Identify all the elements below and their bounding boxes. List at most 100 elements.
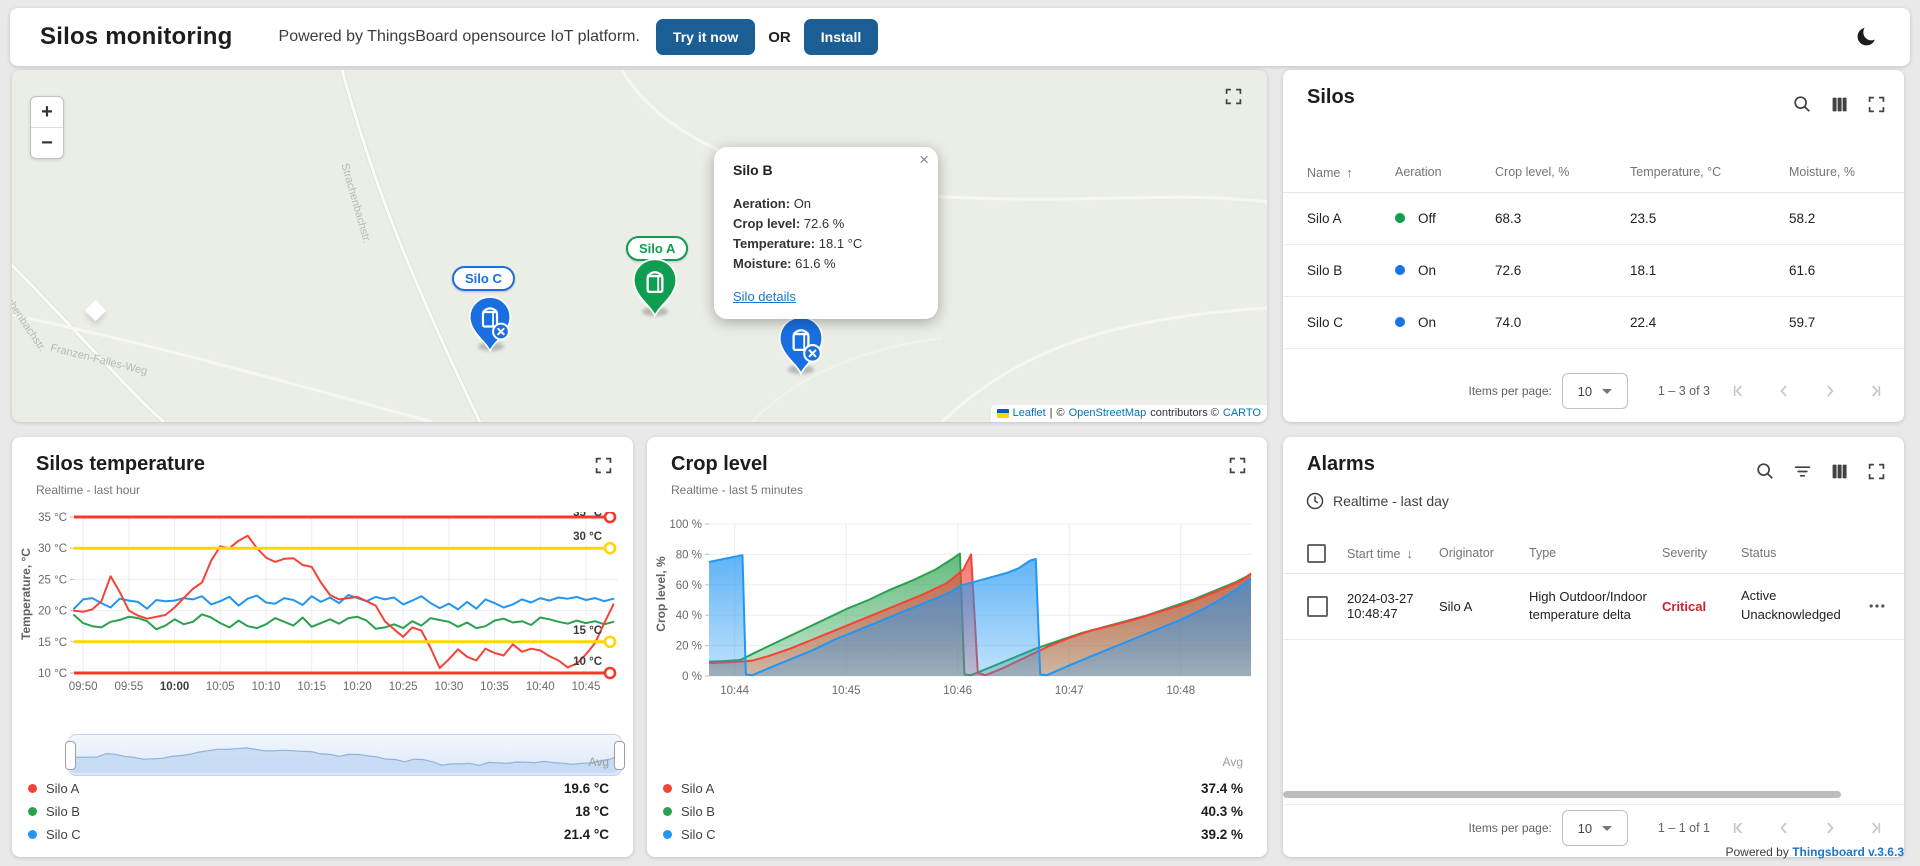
- table-row[interactable]: Silo B On 72.6 18.1 61.6: [1283, 244, 1904, 297]
- column-moisture[interactable]: Moisture, %: [1789, 165, 1899, 179]
- columns-button[interactable]: [1829, 94, 1849, 114]
- sort-descending-icon: ↓: [1407, 546, 1414, 561]
- try-it-now-button[interactable]: Try it now: [656, 19, 755, 55]
- svg-text:10:44: 10:44: [720, 685, 749, 697]
- next-page-button[interactable]: [1820, 818, 1840, 838]
- map-widget[interactable]: Reichenbachstr. Strachenbachstr. Franzen…: [12, 70, 1267, 422]
- silos-table-widget: Silos Name↑ Aeration Crop level, % Tempe…: [1283, 70, 1904, 422]
- search-icon: [1792, 94, 1812, 114]
- map-pin-silo-b[interactable]: [778, 316, 824, 381]
- fullscreen-button[interactable]: [593, 455, 613, 475]
- fullscreen-button[interactable]: [1866, 461, 1886, 481]
- alarm-actions-button[interactable]: [1867, 596, 1887, 616]
- svg-text:09:50: 09:50: [69, 681, 98, 693]
- map-zoom-control: + −: [30, 96, 64, 159]
- last-page-button[interactable]: [1866, 381, 1886, 401]
- svg-text:40 %: 40 %: [676, 610, 702, 622]
- svg-text:10:45: 10:45: [832, 685, 861, 697]
- alarm-type: High Outdoor/Indoor temperature delta: [1529, 588, 1662, 623]
- legend-item[interactable]: Silo A 37.4 %: [663, 777, 1243, 800]
- or-text: OR: [768, 29, 791, 46]
- chart-legend: Silo A 37.4 % Silo B 40.3 % Silo C 39.2 …: [663, 777, 1243, 846]
- svg-text:10:30: 10:30: [434, 681, 463, 693]
- popup-title: Silo B: [733, 162, 919, 178]
- navigator-left-handle[interactable]: [65, 741, 76, 770]
- dark-mode-toggle[interactable]: [1850, 19, 1884, 56]
- install-button[interactable]: Install: [804, 19, 878, 55]
- previous-page-button[interactable]: [1774, 381, 1794, 401]
- popup-close-icon[interactable]: ×: [919, 151, 929, 168]
- svg-text:10:40: 10:40: [526, 681, 555, 693]
- fullscreen-icon: [1867, 462, 1886, 481]
- leaflet-link[interactable]: Leaflet: [1013, 407, 1046, 419]
- map-fullscreen-button[interactable]: [1223, 86, 1243, 106]
- svg-text:09:55: 09:55: [114, 681, 143, 693]
- alarms-widget: Alarms Realtime - last day Start time↓ O…: [1283, 437, 1904, 857]
- columns-button[interactable]: [1829, 461, 1849, 481]
- legend-item[interactable]: Silo B 40.3 %: [663, 800, 1243, 823]
- fullscreen-button[interactable]: [1866, 94, 1886, 114]
- svg-text:10:20: 10:20: [343, 681, 372, 693]
- search-button[interactable]: [1755, 461, 1775, 481]
- first-page-button[interactable]: [1728, 381, 1748, 401]
- column-status[interactable]: Status: [1741, 546, 1867, 560]
- column-temperature[interactable]: Temperature, °C: [1630, 165, 1789, 179]
- svg-text:10:15: 10:15: [297, 681, 326, 693]
- svg-text:10:47: 10:47: [1055, 685, 1084, 697]
- crop-level-chart: 0 %20 %40 %60 %80 %100 %10:4410:4510:461…: [647, 512, 1267, 712]
- osm-link[interactable]: OpenStreetMap: [1069, 407, 1147, 419]
- fullscreen-icon: [594, 456, 613, 475]
- first-page-button[interactable]: [1728, 818, 1748, 838]
- last-page-button[interactable]: [1866, 818, 1886, 838]
- table-row[interactable]: Silo A Off 68.3 23.5 58.2: [1283, 192, 1904, 245]
- previous-page-button[interactable]: [1774, 818, 1794, 838]
- filter-button[interactable]: [1792, 461, 1812, 481]
- widget-title: Crop level: [671, 453, 768, 476]
- moon-icon: [1854, 23, 1880, 49]
- column-crop-level[interactable]: Crop level, %: [1495, 165, 1630, 179]
- alarm-checkbox[interactable]: [1307, 596, 1328, 617]
- legend-item[interactable]: Silo C 21.4 °C: [28, 823, 609, 846]
- carto-link[interactable]: CARTO: [1223, 407, 1261, 419]
- sort-ascending-icon: ↑: [1346, 165, 1353, 180]
- zoom-out-button[interactable]: −: [31, 128, 63, 158]
- column-name[interactable]: Name↑: [1307, 165, 1395, 180]
- column-type[interactable]: Type: [1529, 546, 1662, 560]
- thingsboard-version-link[interactable]: Thingsboard v.3.6.3: [1792, 845, 1904, 859]
- map-pin-silo-a[interactable]: [632, 258, 678, 323]
- table-row[interactable]: Silo C On 74.0 22.4 59.7: [1283, 296, 1904, 349]
- next-page-button[interactable]: [1820, 381, 1840, 401]
- fullscreen-button[interactable]: [1227, 455, 1247, 475]
- navigator-preview: [69, 735, 619, 773]
- column-originator[interactable]: Originator: [1439, 546, 1529, 560]
- zoom-in-button[interactable]: +: [31, 97, 63, 128]
- legend-item[interactable]: Silo A 19.6 °C: [28, 777, 609, 800]
- page-size-select[interactable]: 10: [1562, 373, 1628, 409]
- legend-item[interactable]: Silo B 18 °C: [28, 800, 609, 823]
- svg-text:15 °C: 15 °C: [573, 625, 602, 637]
- popup-row: Moisture: 61.6 %: [733, 254, 919, 274]
- search-button[interactable]: [1792, 94, 1812, 114]
- horizontal-scrollbar[interactable]: [1283, 791, 1841, 798]
- search-icon: [1755, 461, 1775, 481]
- widget-title: Silos temperature: [36, 453, 205, 476]
- navigator-right-handle[interactable]: [614, 741, 625, 770]
- column-severity[interactable]: Severity: [1662, 546, 1741, 560]
- chart-navigator[interactable]: [68, 734, 622, 776]
- column-start-time[interactable]: Start time↓: [1347, 546, 1439, 561]
- marker-label-silo-c[interactable]: Silo C: [452, 266, 515, 291]
- legend-item[interactable]: Silo C 39.2 %: [663, 823, 1243, 846]
- alarm-row[interactable]: 2024-03-2710:48:47 Silo A High Outdoor/I…: [1283, 573, 1904, 640]
- timewindow-button[interactable]: Realtime - last day: [1305, 491, 1449, 511]
- svg-text:30 °C: 30 °C: [38, 543, 67, 555]
- silo-details-link[interactable]: Silo details: [733, 289, 796, 304]
- column-aeration[interactable]: Aeration: [1395, 165, 1495, 179]
- powered-by-text: Powered by ThingsBoard opensource IoT pl…: [279, 28, 640, 46]
- page-size-select[interactable]: 10: [1562, 810, 1628, 846]
- svg-text:10:25: 10:25: [389, 681, 418, 693]
- ukraine-flag-icon: [997, 409, 1009, 418]
- select-all-checkbox[interactable]: [1307, 544, 1326, 563]
- svg-text:15 °C: 15 °C: [38, 637, 67, 649]
- svg-text:10:45: 10:45: [572, 681, 601, 693]
- map-pin-silo-c[interactable]: [468, 296, 512, 358]
